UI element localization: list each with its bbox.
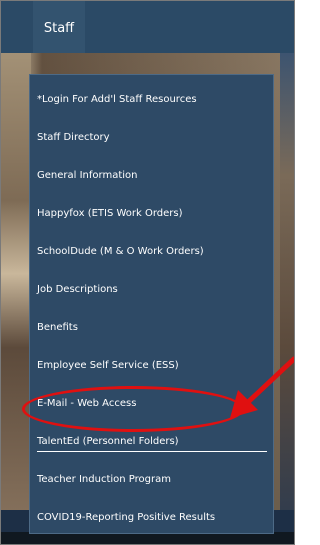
menu-item-job-descriptions[interactable]: Job Descriptions xyxy=(30,271,273,309)
menu-item-staff-directory[interactable]: Staff Directory xyxy=(30,119,273,157)
photo-left-edge xyxy=(1,53,31,544)
menu-item-label: *Login For Add'l Staff Resources xyxy=(37,94,197,105)
menu-item-label: General Information xyxy=(37,170,138,181)
menu-item-label: Teacher Induction Program xyxy=(37,474,171,485)
menu-item-general-information[interactable]: General Information xyxy=(30,157,273,195)
nav-tab-staff[interactable]: Staff xyxy=(33,1,85,53)
menu-item-label: Employee Self Service (ESS) xyxy=(37,360,179,371)
menu-item-happyfox[interactable]: Happyfox (ETIS Work Orders) xyxy=(30,195,273,233)
top-nav-bar: Staff xyxy=(1,1,294,53)
menu-item-benefits[interactable]: Benefits xyxy=(30,309,273,347)
menu-item-label: Staff Directory xyxy=(37,132,110,143)
photo-right-edge xyxy=(280,53,294,544)
menu-item-login[interactable]: *Login For Add'l Staff Resources xyxy=(30,81,273,119)
menu-item-label: Happyfox (ETIS Work Orders) xyxy=(37,208,183,219)
menu-item-teacher-induction[interactable]: Teacher Induction Program xyxy=(30,461,273,499)
menu-item-email-web-access[interactable]: E-Mail - Web Access xyxy=(30,385,273,423)
menu-item-covid19-reporting[interactable]: COVID19-Reporting Positive Results xyxy=(30,499,273,537)
menu-item-label: SchoolDude (M & O Work Orders) xyxy=(37,246,204,257)
menu-item-schooldude[interactable]: SchoolDude (M & O Work Orders) xyxy=(30,233,273,271)
menu-item-label: COVID19-Reporting Positive Results xyxy=(37,512,216,523)
screenshot-frame: Staff *Login For Add'l Staff Resources S… xyxy=(0,0,295,545)
menu-item-label: Benefits xyxy=(37,322,78,333)
menu-item-label: E-Mail - Web Access xyxy=(37,398,137,409)
staff-dropdown-menu: *Login For Add'l Staff Resources Staff D… xyxy=(29,74,274,534)
menu-item-label: TalentEd (Personnel Folders) xyxy=(37,435,267,452)
menu-item-talented[interactable]: TalentEd (Personnel Folders) xyxy=(30,423,273,461)
menu-item-ess[interactable]: Employee Self Service (ESS) xyxy=(30,347,273,385)
menu-item-label: Job Descriptions xyxy=(37,284,118,295)
